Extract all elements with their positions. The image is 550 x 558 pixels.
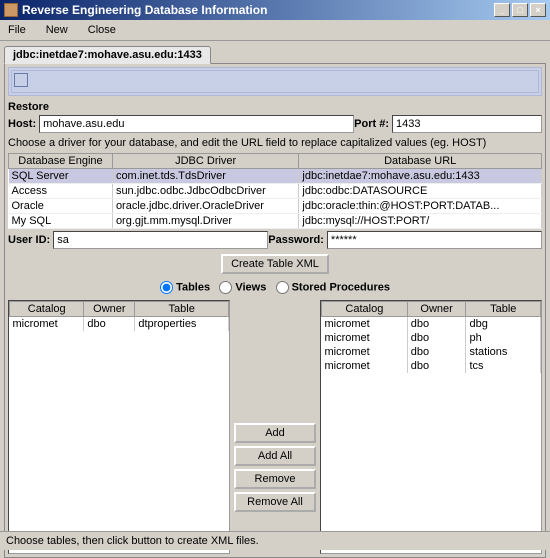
driver-header-engine: Database Engine — [9, 154, 113, 169]
driver-header-driver: JDBC Driver — [112, 154, 298, 169]
port-label: Port #: — [354, 118, 392, 130]
available-list[interactable]: Catalog Owner Table micrometdbodtpropert… — [8, 300, 230, 554]
driver-header-url: Database URL — [299, 154, 542, 169]
menu-close[interactable]: Close — [84, 22, 120, 38]
radio-sprocs[interactable] — [276, 281, 289, 294]
table-row[interactable]: micrometdbodtproperties — [10, 317, 229, 332]
window-title: Reverse Engineering Database Information — [22, 3, 494, 17]
main-panel: Restore Host: Port #: Choose a driver fo… — [4, 63, 546, 558]
close-window-button[interactable]: × — [530, 3, 546, 17]
window-titlebar: Reverse Engineering Database Information… — [0, 0, 550, 20]
create-xml-button[interactable]: Create Table XML — [221, 254, 329, 274]
userid-input[interactable] — [53, 231, 268, 249]
password-label: Password: — [268, 234, 327, 246]
app-icon — [4, 3, 18, 17]
remove-all-button[interactable]: Remove All — [234, 492, 316, 512]
restore-label: Restore — [8, 99, 542, 115]
document-icon — [14, 73, 28, 87]
object-type-radios: Tables Views Stored Procedures — [8, 277, 542, 298]
helper-text: Choose a driver for your database, and e… — [8, 135, 542, 151]
radio-views[interactable] — [219, 281, 232, 294]
maximize-button[interactable]: □ — [512, 3, 528, 17]
table-row[interactable]: micrometdboph — [322, 331, 541, 345]
tab-connection[interactable]: jdbc:inetdae7:mohave.asu.edu:1433 — [4, 46, 211, 64]
add-all-button[interactable]: Add All — [234, 446, 316, 466]
port-input[interactable] — [392, 115, 542, 133]
radio-tables[interactable] — [160, 281, 173, 294]
menu-file[interactable]: File — [4, 22, 30, 38]
driver-row[interactable]: Accesssun.jdbc.odbc.JdbcOdbcDriverjdbc:o… — [9, 184, 542, 199]
userid-label: User ID: — [8, 234, 53, 246]
host-label: Host: — [8, 118, 39, 130]
selected-list[interactable]: Catalog Owner Table micrometdbodbgmicrom… — [320, 300, 542, 554]
table-row[interactable]: micrometdbostations — [322, 345, 541, 359]
table-row[interactable]: micrometdbodbg — [322, 317, 541, 332]
menu-new[interactable]: New — [42, 22, 72, 38]
minimize-button[interactable]: _ — [494, 3, 510, 17]
driver-row[interactable]: SQL Servercom.inet.tds.TdsDriverjdbc:ine… — [9, 169, 542, 184]
remove-button[interactable]: Remove — [234, 469, 316, 489]
table-row[interactable]: micrometdbotcs — [322, 359, 541, 373]
driver-table[interactable]: Database Engine JDBC Driver Database URL… — [8, 153, 542, 229]
header-strip — [8, 67, 542, 96]
host-input[interactable] — [39, 115, 354, 133]
status-bar: Choose tables, then click button to crea… — [0, 531, 550, 550]
driver-row[interactable]: Oracleoracle.jdbc.driver.OracleDriverjdb… — [9, 199, 542, 214]
menubar: File New Close — [0, 20, 550, 41]
password-input[interactable] — [327, 231, 542, 249]
transfer-buttons: Add Add All Remove Remove All — [234, 300, 316, 554]
driver-row[interactable]: My SQLorg.gjt.mm.mysql.Driverjdbc:mysql:… — [9, 214, 542, 229]
tabbar: jdbc:inetdae7:mohave.asu.edu:1433 — [0, 41, 550, 63]
add-button[interactable]: Add — [234, 423, 316, 443]
